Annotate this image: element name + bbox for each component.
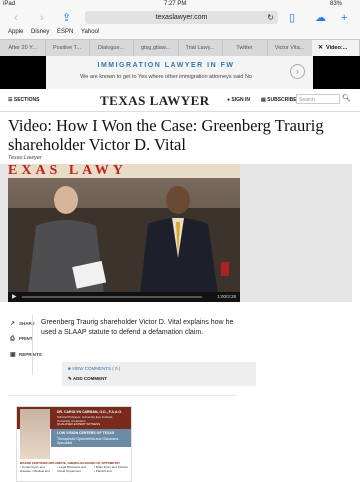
subscribe-label: SUBSCRIBE	[267, 97, 297, 103]
ad-list-col: • Legal Blindness and Visual Impairment	[57, 465, 86, 473]
subscribe-link[interactable]: ▤ SUBSCRIBE	[261, 97, 297, 103]
search-input[interactable]: Search	[296, 94, 340, 104]
address-bar[interactable]: texaslawyer.com ↻	[85, 11, 278, 24]
add-comment-link[interactable]: ✎ ADD COMMENT	[68, 376, 107, 382]
ad-list-col: • Ocular Injury and Disease • Medical an…	[20, 465, 50, 473]
ad-qualified: QUALIFIED EXPERT WITNESS	[57, 422, 101, 426]
forward-icon[interactable]: ›	[40, 12, 44, 24]
close-tab-icon[interactable]: ✕	[318, 45, 323, 51]
article-source[interactable]: Texas Lawyer	[8, 155, 42, 161]
tab[interactable]: After 20 Y...	[0, 40, 46, 56]
reprints-icon: ▣	[10, 352, 16, 358]
ad-subtitle: We are known to get to Yes where other i…	[80, 74, 252, 80]
bookmark-yahoo[interactable]: Yahoo!	[81, 29, 100, 35]
ad-arrow-icon[interactable]: ›	[290, 64, 305, 79]
ad-banner[interactable]: IMMIGRATION LAWYER IN FW We are known to…	[46, 56, 313, 89]
print-icon: ⎙	[10, 336, 15, 342]
ad-center-name: LOW VISION CENTERS OF TEXAS	[57, 431, 115, 435]
article-summary: Greenberg Traurig shareholder Victor D. …	[41, 319, 234, 336]
bookmarks-bar: Apple Disney ESPN Yahoo!	[0, 27, 360, 39]
sections-label: SECTIONS	[13, 97, 40, 103]
comments-box: ■ VIEW COMMENTS ( 0 ) ✎ ADD COMMENT	[62, 362, 256, 386]
video-controls[interactable]: ▶ 1:00/3:28	[8, 292, 240, 302]
tab[interactable]: Victor Vita...	[267, 40, 313, 56]
print-button[interactable]: ⎙ PRINT	[10, 336, 33, 343]
site-header: ☰ SECTIONS TEXAS LAWYER ● SIGN IN ▤ SUBS…	[0, 89, 360, 112]
share-icon: ↗	[10, 321, 16, 327]
bookmark-disney[interactable]: Disney	[31, 29, 49, 35]
add-comment-label: ADD COMMENT	[72, 376, 108, 381]
ad-list-col: • Brain Injury and Strokes • Plaintiff a…	[94, 465, 128, 473]
bookmark-espn[interactable]: ESPN	[57, 29, 73, 35]
ad-center-band: LOW VISION CENTERS OF TEXAS Therapeutic …	[51, 429, 131, 447]
bookmarks-icon[interactable]: ▯	[289, 12, 295, 24]
sidebar-ad[interactable]: DR. CAROLYN CARMAN, O.D., F.A.A.O. Clini…	[16, 406, 132, 482]
tab[interactable]: Trial Lawy...	[178, 40, 223, 56]
tab[interactable]: gtsg.gtlaw...	[133, 40, 179, 56]
view-comments-label: VIEW COMMENTS ( 0 )	[71, 366, 121, 371]
status-bar: iPad 7:27 PM 83%	[0, 0, 360, 9]
url-text: texaslawyer.com	[155, 14, 208, 21]
site-logo[interactable]: TEXAS LAWYER	[100, 93, 210, 109]
tab[interactable]: Positive T...	[45, 40, 90, 56]
back-icon[interactable]: ‹	[14, 12, 18, 24]
video-frame	[8, 178, 240, 294]
article-headline: Video: How I Won the Case: Greenberg Tra…	[8, 116, 324, 154]
sign-in-label: SIGN IN	[231, 97, 251, 103]
bookmark-apple[interactable]: Apple	[8, 29, 23, 35]
view-comments-link[interactable]: ■ VIEW COMMENTS ( 0 )	[68, 366, 120, 371]
reprints-button[interactable]: ▣ REPRINTS	[10, 351, 42, 358]
video-progress[interactable]	[22, 296, 202, 298]
search-icon[interactable]: 🔍︎	[342, 94, 351, 102]
clock: 7:27 PM	[164, 1, 187, 7]
device-label: iPad	[3, 1, 16, 7]
video-player[interactable]: EXAS LAWY ▶ 1:00/3:28	[8, 164, 240, 302]
ad-center-sub: Therapeutic Optometrist and Glaucoma Spe…	[57, 437, 119, 445]
sections-menu[interactable]: ☰ SECTIONS	[8, 97, 39, 103]
reload-icon[interactable]: ↻	[267, 11, 274, 24]
rail-divider	[32, 315, 33, 375]
video-time: 1:00/3:28	[217, 294, 236, 299]
tab[interactable]: Twitter	[222, 40, 268, 56]
ad-doctor-name: DR. CAROLYN CARMAN, O.D., F.A.A.O.	[57, 410, 123, 414]
new-tab-icon[interactable]: +	[341, 12, 347, 24]
cloud-tabs-icon[interactable]: ☁	[315, 12, 326, 24]
video-people-illustration	[8, 186, 240, 294]
section-divider	[8, 395, 236, 396]
ad-doctor-photo	[20, 409, 50, 459]
video-backdrop-sign: EXAS LAWY	[8, 164, 240, 178]
reprints-label: REPRINTS	[19, 352, 42, 357]
browser-toolbar: ‹ › ⇪ texaslawyer.com ↻ ▯ ☁ +	[0, 9, 360, 27]
share-icon[interactable]: ⇪	[62, 12, 71, 24]
play-icon[interactable]: ▶	[12, 293, 17, 300]
tab-bar: After 20 Y... Positive T... Dialogue... …	[0, 39, 360, 57]
print-label: PRINT	[19, 336, 33, 341]
battery-level: 83%	[330, 1, 343, 7]
ad-title: IMMIGRATION LAWYER IN FW	[97, 62, 235, 69]
tab-active-label: Video:...	[326, 45, 348, 51]
tab[interactable]: Dialogue...	[89, 40, 134, 56]
sign-in-link[interactable]: ● SIGN IN	[227, 97, 250, 103]
tab-active[interactable]: ✕ Video:...	[312, 40, 360, 56]
